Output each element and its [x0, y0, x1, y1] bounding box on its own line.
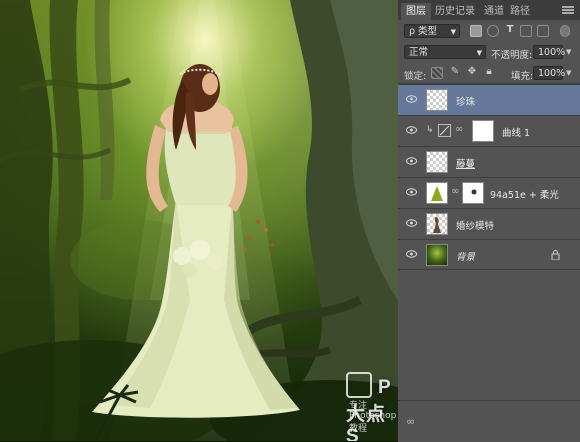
- document-canvas[interactable]: P大点S 专注Photoshop教程: [0, 0, 398, 441]
- lock-image-pixels-icon[interactable]: ✎: [449, 67, 461, 79]
- clipping-arrow-icon: ↳: [426, 125, 434, 135]
- shape-filter-icon[interactable]: [520, 25, 532, 37]
- layer-mask-thumbnail[interactable]: [462, 182, 484, 204]
- layer-thumbnail: [426, 89, 448, 111]
- smart-object-filter-icon[interactable]: [537, 25, 549, 37]
- layer-row-background[interactable]: 背景: [398, 239, 580, 270]
- link-layers-icon[interactable]: ∞: [406, 415, 415, 428]
- visibility-eye-icon[interactable]: [406, 188, 417, 196]
- lock-row: 锁定: ✎ ✥ 🔒︎ 填充: 100% ▼: [398, 63, 580, 84]
- brand-logo-icon: [346, 372, 372, 398]
- lock-label: 锁定:: [404, 71, 427, 82]
- visibility-eye-icon[interactable]: [406, 95, 417, 103]
- lock-all-icon[interactable]: 🔒︎: [483, 67, 495, 79]
- layer-filter-row: ρ 类型 ▼ T: [398, 22, 580, 40]
- visibility-eye-icon[interactable]: [406, 219, 417, 227]
- layer-name: 藤蔓: [456, 159, 476, 170]
- layer-row-pearls[interactable]: 珍珠: [398, 84, 580, 115]
- lock-position-icon[interactable]: ✥: [466, 67, 478, 79]
- layer-name: 婚纱模特: [456, 221, 495, 232]
- fill-label: 填充:: [511, 71, 534, 82]
- lock-icon: [551, 250, 560, 260]
- curves-adjustment-icon: [438, 124, 451, 137]
- layer-row-model[interactable]: 婚纱模特: [398, 208, 580, 239]
- type-filter-icon[interactable]: T: [504, 25, 516, 37]
- layer-mask-thumbnail[interactable]: [472, 120, 494, 142]
- panel-menu-icon[interactable]: [562, 6, 574, 8]
- layer-row-fill-softlight[interactable]: ∞ 94a51e + 柔光: [398, 177, 580, 208]
- blend-row: 正常 ▼ 不透明度: 100% ▼: [398, 42, 580, 62]
- lock-transparency-icon[interactable]: [431, 67, 443, 79]
- layer-row-curves[interactable]: ↳ ∞ 曲线 1: [398, 115, 580, 146]
- visibility-eye-icon[interactable]: [406, 250, 417, 258]
- layers-panel: 图层 历史记录 通道 路径 ρ 类型 ▼ T 正常 ▼ 不透明度: 100% ▼…: [398, 0, 580, 442]
- layer-name: 珍珠: [456, 97, 476, 108]
- filter-type-select[interactable]: ρ 类型 ▼: [404, 24, 460, 38]
- opacity-slider-toggle-icon[interactable]: ▼: [566, 48, 571, 56]
- fill-layer-thumbnail: [426, 182, 448, 204]
- pixel-filter-icon[interactable]: [470, 25, 482, 37]
- fill-slider-toggle-icon[interactable]: ▼: [566, 69, 571, 77]
- blend-mode-value: 正常: [409, 47, 429, 58]
- layer-name: 曲线 1: [502, 128, 531, 139]
- chevron-down-icon: ▼: [476, 49, 482, 57]
- brand-subtitle: 专注Photoshop教程: [349, 401, 397, 434]
- layer-thumbnail: [426, 213, 448, 235]
- layer-name: 94a51e + 柔光: [490, 190, 559, 201]
- tab-history[interactable]: 历史记录: [430, 3, 480, 20]
- panel-tab-bar: 图层 历史记录 通道 路径: [398, 0, 580, 20]
- filter-toggle-icon[interactable]: [560, 25, 570, 37]
- fill-input[interactable]: 100%: [533, 66, 565, 80]
- chevron-down-icon: ▼: [450, 28, 456, 36]
- layer-thumbnail: [426, 244, 448, 266]
- opacity-label: 不透明度:: [491, 50, 533, 61]
- tab-paths[interactable]: 路径: [505, 3, 535, 20]
- visibility-eye-icon[interactable]: [406, 126, 417, 134]
- layers-panel-footer: ∞: [398, 400, 580, 442]
- mask-link-icon[interactable]: ∞: [455, 124, 463, 135]
- layer-thumbnail: [426, 151, 448, 173]
- tab-layers[interactable]: 图层: [401, 3, 431, 20]
- layer-row-vines[interactable]: 藤蔓: [398, 146, 580, 177]
- visibility-eye-icon[interactable]: [406, 157, 417, 165]
- blend-mode-select[interactable]: 正常 ▼: [404, 45, 486, 59]
- filter-type-label: ρ 类型: [409, 26, 438, 37]
- opacity-input[interactable]: 100%: [533, 45, 565, 59]
- forest-scene-illustration: [0, 0, 398, 441]
- mask-link-icon[interactable]: ∞: [451, 186, 459, 197]
- layer-name: 背景: [456, 252, 476, 263]
- adjustment-filter-icon[interactable]: [487, 25, 499, 37]
